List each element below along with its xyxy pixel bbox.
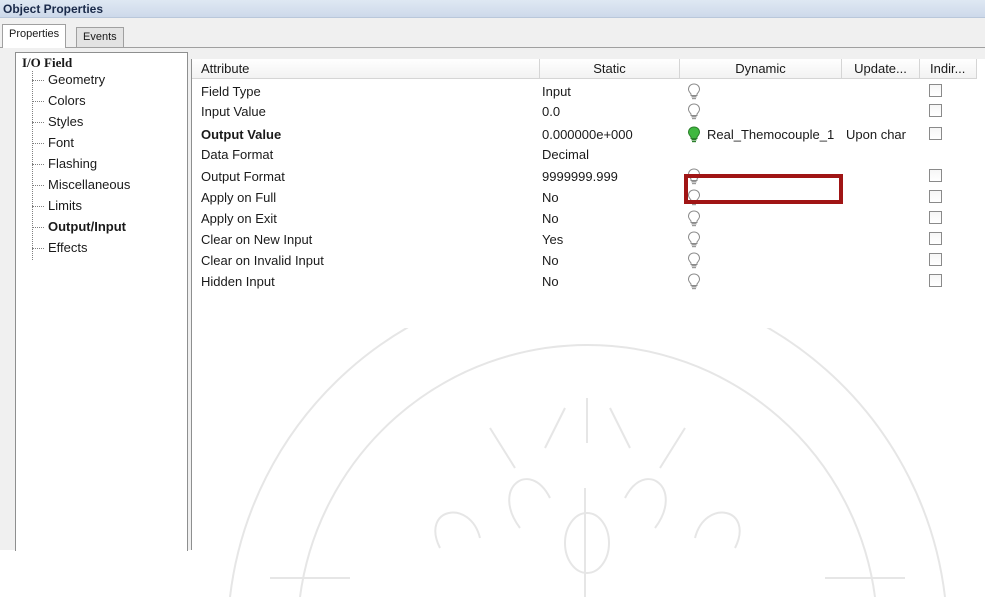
bulb-green-icon[interactable] (686, 126, 702, 143)
bulb-icon[interactable] (686, 231, 702, 248)
properties-panel: I/O Field Geometry Colors Styles Font Fl… (0, 47, 985, 597)
header-static[interactable]: Static (540, 59, 680, 79)
static-value[interactable]: Input (542, 81, 672, 102)
table-row[interactable]: Data Format Decimal (192, 144, 985, 165)
attribute-name: Apply on Full (201, 190, 277, 205)
indirect-checkbox[interactable] (929, 169, 942, 182)
table-row[interactable]: Output Value 0.000000e+000 Real_Themocoup… (192, 124, 985, 145)
tree-item-miscellaneous[interactable]: Miscellaneous (30, 175, 130, 195)
table-row[interactable]: Clear on Invalid Input No (192, 250, 985, 271)
static-value[interactable]: Yes (542, 229, 672, 250)
window-title: Object Properties (0, 0, 985, 18)
static-value[interactable]: Decimal (542, 144, 672, 165)
indirect-checkbox[interactable] (929, 104, 942, 117)
dynamic-highlight-box (684, 174, 843, 204)
tab-properties[interactable]: Properties (2, 24, 67, 48)
header-update[interactable]: Update... (842, 59, 920, 79)
indirect-checkbox[interactable] (929, 211, 942, 224)
attribute-name: Clear on Invalid Input (201, 253, 324, 268)
table-row[interactable]: Output Format 9999999.999 (192, 166, 985, 187)
indirect-checkbox[interactable] (929, 253, 942, 266)
tree-root-io-field[interactable]: I/O Field (22, 55, 72, 71)
table-row[interactable]: Clear on New Input Yes (192, 229, 985, 250)
tree-item-font[interactable]: Font (30, 133, 74, 153)
attribute-name: Apply on Exit (201, 211, 277, 226)
bulb-icon[interactable] (686, 83, 702, 100)
tree-item-flashing[interactable]: Flashing (30, 154, 97, 174)
attribute-name: Field Type (201, 84, 261, 99)
table-row[interactable]: Hidden Input No (192, 271, 985, 292)
static-value[interactable]: No (542, 271, 672, 292)
table-row[interactable]: Apply on Exit No (192, 208, 985, 229)
bulb-icon[interactable] (686, 210, 702, 227)
table-row[interactable]: Field Type Input (192, 81, 985, 102)
update-cycle[interactable]: Upon char (846, 124, 916, 145)
static-value[interactable]: No (542, 187, 672, 208)
bulb-icon[interactable] (686, 103, 702, 120)
attribute-name: Output Value (201, 127, 282, 142)
tree-item-effects[interactable]: Effects (30, 238, 88, 258)
indirect-checkbox[interactable] (929, 232, 942, 245)
static-value[interactable]: No (542, 250, 672, 271)
attribute-name: Input Value (201, 104, 266, 119)
static-value[interactable]: No (542, 208, 672, 229)
attribute-name: Clear on New Input (201, 232, 313, 247)
header-dynamic[interactable]: Dynamic (680, 59, 842, 79)
header-attribute[interactable]: Attribute (192, 59, 540, 79)
static-value[interactable]: 9999999.999 (542, 166, 672, 187)
table-row[interactable]: Apply on Full No (192, 187, 985, 208)
category-tree: I/O Field Geometry Colors Styles Font Fl… (15, 52, 188, 551)
bulb-icon[interactable] (686, 273, 702, 290)
bulb-icon[interactable] (686, 252, 702, 269)
tree-item-styles[interactable]: Styles (30, 112, 83, 132)
attribute-grid: Attribute Static Dynamic Update... Indir… (191, 59, 985, 550)
tree-item-limits[interactable]: Limits (30, 196, 82, 216)
attribute-name: Data Format (201, 147, 274, 162)
static-value[interactable]: 0.000000e+000 (542, 124, 672, 145)
tab-events[interactable]: Events (76, 27, 124, 47)
table-row[interactable]: Input Value 0.0 (192, 101, 985, 122)
tree-item-colors[interactable]: Colors (30, 91, 86, 111)
indirect-checkbox[interactable] (929, 127, 942, 140)
attribute-name: Hidden Input (201, 274, 275, 289)
tree-item-geometry[interactable]: Geometry (30, 70, 105, 90)
indirect-checkbox[interactable] (929, 190, 942, 203)
attribute-name: Output Format (201, 169, 285, 184)
header-indirect[interactable]: Indir... (920, 59, 977, 79)
tree-item-output-input[interactable]: Output/Input (30, 217, 126, 237)
indirect-checkbox[interactable] (929, 274, 942, 287)
indirect-checkbox[interactable] (929, 84, 942, 97)
tab-strip: Properties Events (0, 18, 985, 48)
static-value[interactable]: 0.0 (542, 101, 672, 122)
dynamic-tag[interactable]: Real_Themocouple_1 (707, 124, 834, 145)
